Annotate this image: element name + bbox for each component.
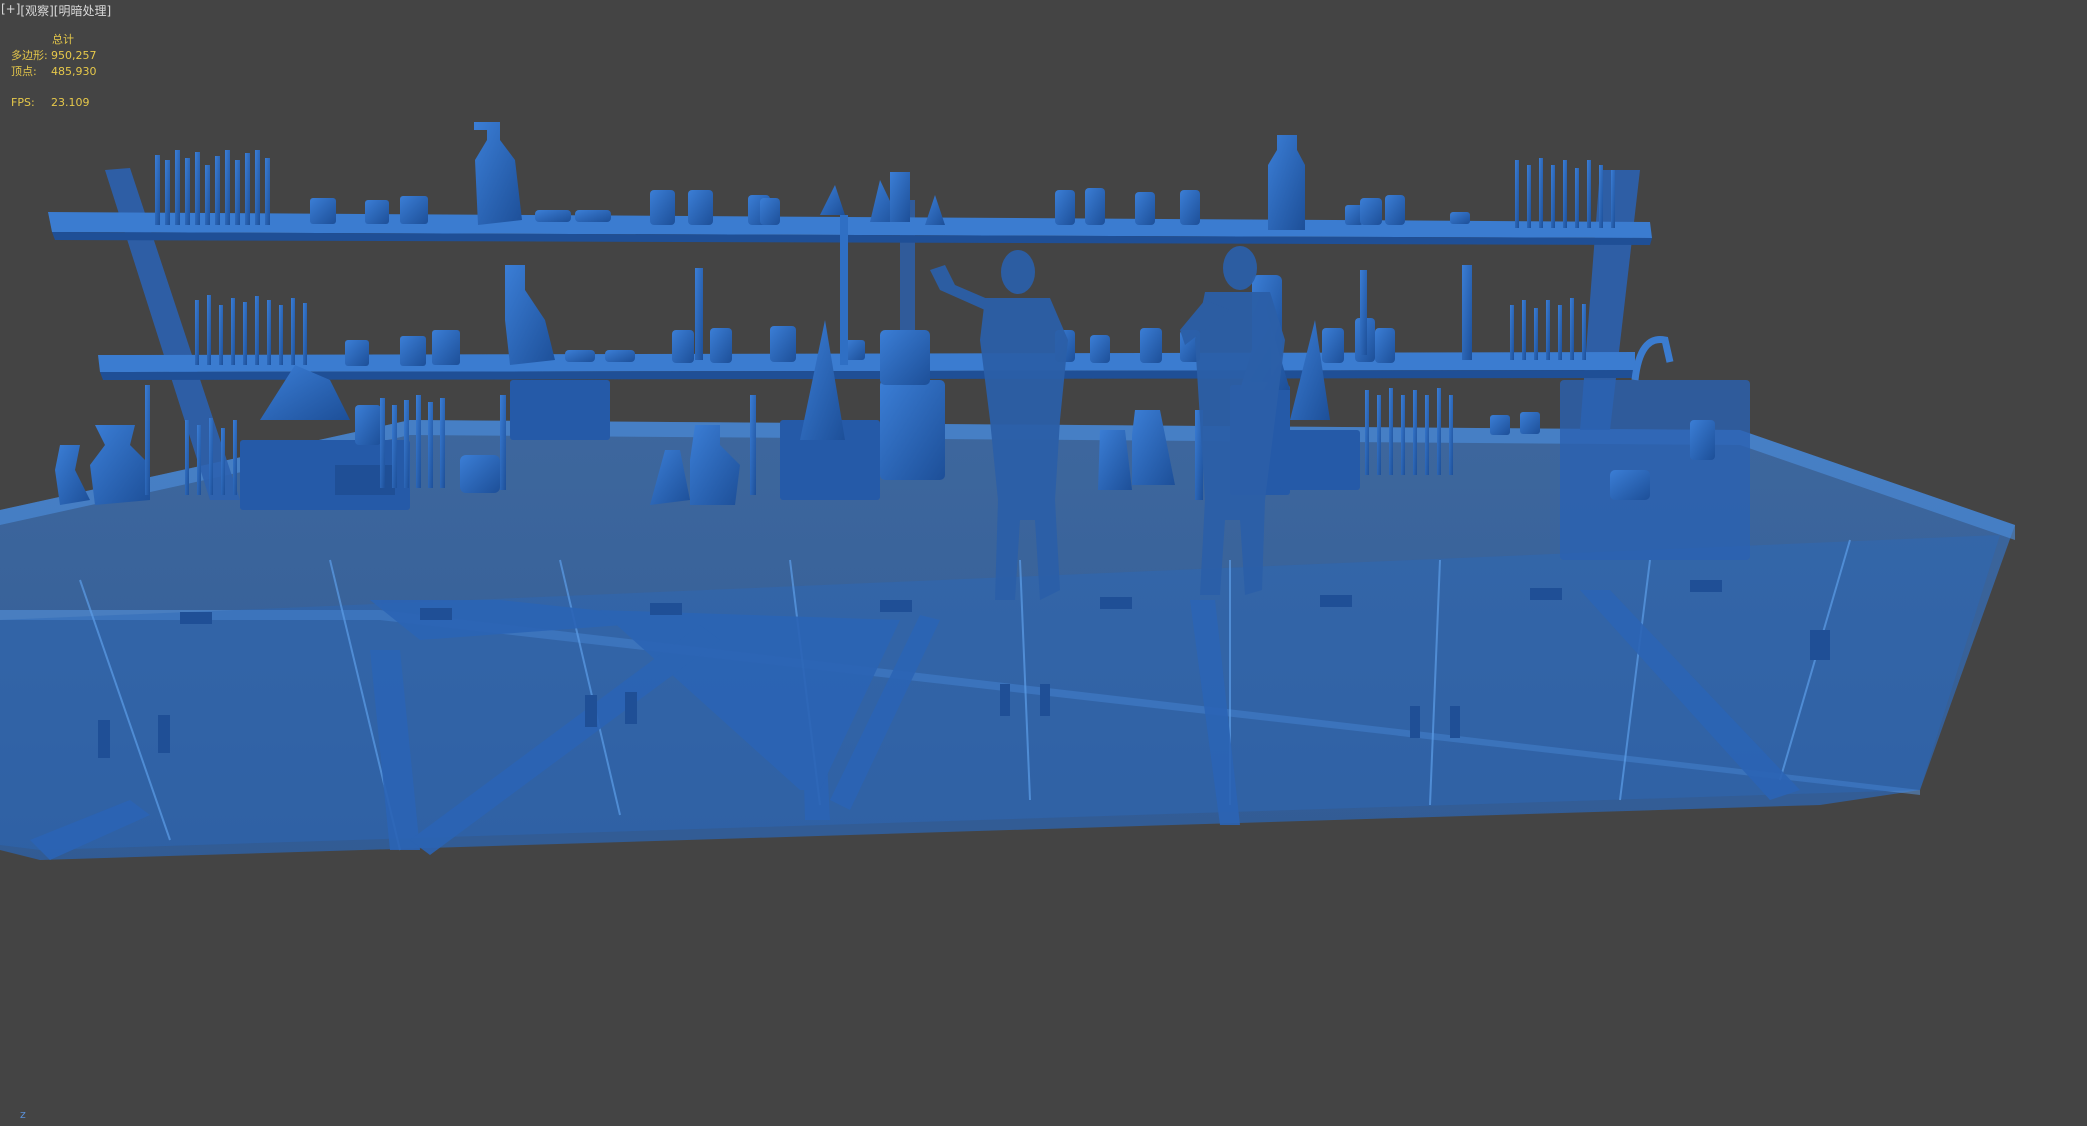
stats-polys-value: 950,257 — [51, 49, 97, 62]
stats-fps-label: FPS: — [11, 96, 35, 109]
viewport-label-bar: [+] [观察] [明暗处理] — [1, 2, 111, 19]
lab-scene-render — [0, 122, 2015, 860]
axis-gizmo-icon: z — [20, 1108, 26, 1121]
viewport-statistics: 总计 多边形: 950,257 顶点: 485,930 FPS: 23.109 — [11, 32, 97, 111]
stats-fps-value: 23.109 — [51, 96, 90, 109]
stats-polys-row: 多边形: 950,257 — [11, 48, 97, 64]
stats-verts-label: 顶点: — [11, 65, 37, 78]
viewport-view-menu[interactable]: [观察] — [20, 2, 53, 19]
stats-fps-row: FPS: 23.109 — [11, 95, 97, 111]
3d-viewport[interactable]: [+] [观察] [明暗处理] 总计 多边形: 950,257 顶点: 485,… — [0, 0, 2087, 1126]
viewport-plus-menu[interactable]: [+] — [1, 2, 20, 19]
stats-header: 总计 — [52, 33, 74, 46]
stats-verts-row: 顶点: 485,930 — [11, 64, 97, 80]
top-shelf-bottles — [155, 122, 1615, 230]
stats-verts-value: 485,930 — [51, 65, 97, 78]
viewport-shading-menu[interactable]: [明暗处理] — [54, 2, 111, 19]
stats-polys-label: 多边形: — [11, 49, 48, 62]
